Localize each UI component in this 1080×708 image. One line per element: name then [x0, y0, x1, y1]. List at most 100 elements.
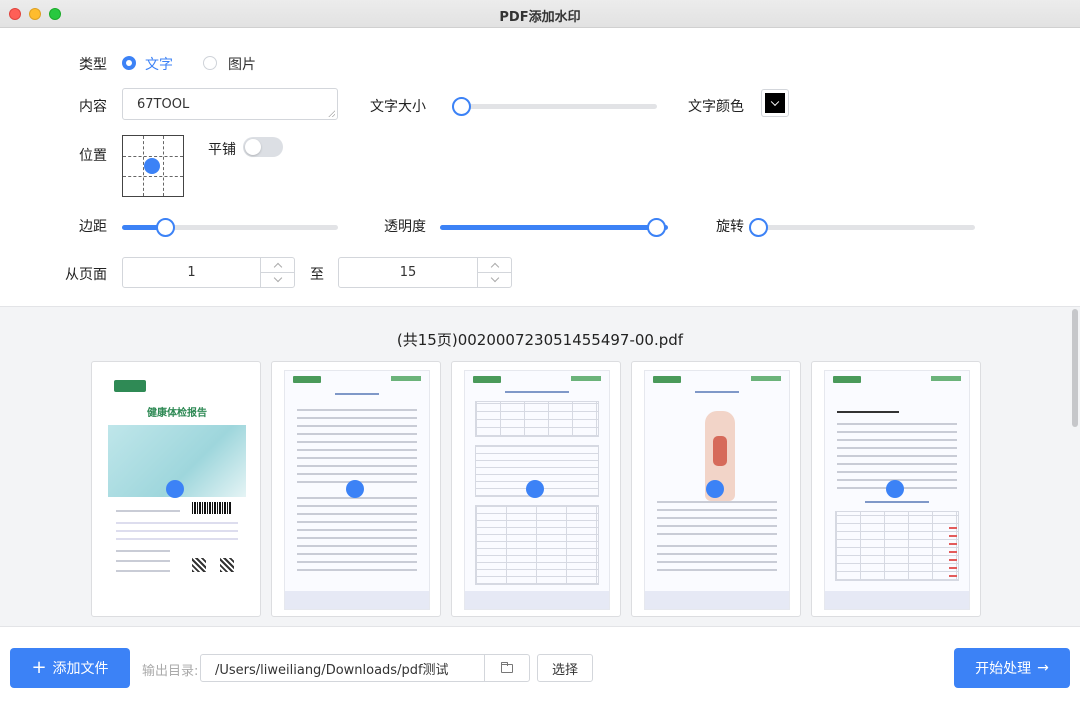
type-text-label[interactable]: 文字 [145, 54, 173, 74]
preview-scrollbar[interactable] [1072, 309, 1078, 427]
text-line [297, 537, 417, 539]
text-line [837, 455, 957, 457]
page-thumbnail-3[interactable] [451, 361, 621, 617]
type-text-radio[interactable] [122, 56, 136, 70]
from-page-decrement-button[interactable] [261, 273, 294, 288]
info-table [475, 401, 599, 437]
qr-code-icon [220, 558, 234, 572]
resize-grip-icon[interactable] [328, 110, 335, 117]
text-line [837, 411, 899, 413]
page-thumbnail-2[interactable] [271, 361, 441, 617]
text-line [297, 473, 417, 475]
preview-area[interactable]: (共15页)002000723051455497-00.pdf 健康体检报告 [0, 306, 1080, 627]
to-page-decrement-button[interactable] [478, 273, 511, 288]
text-line [297, 513, 417, 515]
text-line [657, 553, 777, 555]
text-line [297, 505, 417, 507]
page-thumbnail-4[interactable] [631, 361, 801, 617]
position-marker[interactable] [144, 158, 160, 174]
logo-icon [293, 376, 321, 383]
arrow-right-icon: → [1037, 660, 1049, 676]
content-input[interactable]: 67TOOL [122, 88, 338, 120]
text-line [657, 509, 777, 511]
rotate-label: 旋转 [716, 219, 744, 235]
output-dir-value: /Users/liweiliang/Downloads/pdf测试 [215, 662, 449, 678]
content-label: 内容 [79, 99, 107, 115]
text-line [116, 550, 170, 552]
start-process-button[interactable]: 开始处理 → [954, 648, 1070, 688]
to-page-increment-button[interactable] [478, 258, 511, 273]
watermark-marker [886, 480, 904, 498]
watermark-marker [166, 480, 184, 498]
text-line [657, 525, 777, 527]
font-size-slider[interactable] [452, 97, 657, 116]
text-line [837, 431, 957, 433]
to-page-stepper [477, 258, 511, 287]
page-thumbnail-1[interactable]: 健康体检报告 [91, 361, 261, 617]
to-label: 至 [310, 267, 324, 283]
text-line [297, 433, 417, 435]
to-page-value: 15 [399, 265, 417, 280]
text-line [116, 522, 238, 524]
header-tag [931, 376, 961, 381]
start-process-label: 开始处理 [975, 661, 1032, 677]
text-line [297, 449, 417, 451]
from-page-increment-button[interactable] [261, 258, 294, 273]
text-line [695, 391, 739, 393]
to-page-input[interactable]: 15 [338, 257, 512, 288]
text-line [297, 545, 417, 547]
add-file-button[interactable]: + 添加文件 [10, 648, 130, 688]
text-line [837, 447, 957, 449]
text-line [116, 530, 238, 532]
page-thumbnail-5[interactable] [811, 361, 981, 617]
chevron-down-icon [273, 273, 282, 282]
rotate-slider-thumb[interactable] [749, 218, 768, 237]
margin-slider[interactable] [122, 218, 338, 237]
page-footer [285, 591, 429, 609]
choose-dir-button[interactable]: 选择 [537, 654, 593, 682]
grid-line [123, 176, 183, 177]
logo-icon [114, 380, 146, 392]
font-color-picker[interactable] [761, 89, 789, 117]
folder-icon [501, 661, 513, 673]
font-size-slider-thumb[interactable] [452, 97, 471, 116]
text-line [657, 569, 777, 571]
page-footer [645, 591, 789, 609]
add-file-label: 添加文件 [52, 661, 109, 677]
barcode-icon [192, 502, 232, 514]
info-table [475, 505, 599, 585]
opacity-slider[interactable] [440, 218, 668, 237]
text-line [297, 553, 417, 555]
text-line [657, 501, 777, 503]
grid-line [123, 156, 183, 157]
position-grid[interactable] [122, 135, 184, 197]
text-line [657, 561, 777, 563]
header-tag [391, 376, 421, 381]
margin-slider-thumb[interactable] [156, 218, 175, 237]
chevron-down-icon [770, 97, 780, 107]
from-page-input[interactable]: 1 [122, 257, 295, 288]
tile-toggle[interactable] [243, 137, 283, 157]
logo-icon [833, 376, 861, 383]
font-color-label: 文字颜色 [688, 99, 744, 115]
opacity-slider-thumb[interactable] [647, 218, 666, 237]
position-label: 位置 [79, 148, 107, 164]
text-line [837, 423, 957, 425]
text-line [657, 545, 777, 547]
file-title: (共15页)002000723051455497-00.pdf [396, 331, 684, 349]
type-image-radio[interactable] [203, 56, 217, 70]
output-dir-label: 输出目录: [142, 664, 199, 679]
text-line [297, 425, 417, 427]
text-line [657, 533, 777, 535]
watermark-marker [706, 480, 724, 498]
logo-icon [653, 376, 681, 383]
open-folder-button[interactable] [484, 655, 529, 681]
rotate-slider[interactable] [749, 218, 975, 237]
header-tag [571, 376, 601, 381]
type-image-label[interactable]: 图片 [228, 54, 256, 74]
text-line [297, 529, 417, 531]
output-dir-input[interactable]: /Users/liweiliang/Downloads/pdf测试 [200, 654, 530, 682]
organ-shape [713, 436, 727, 466]
text-line [116, 538, 238, 540]
title-bar: PDF添加水印 [0, 0, 1080, 28]
